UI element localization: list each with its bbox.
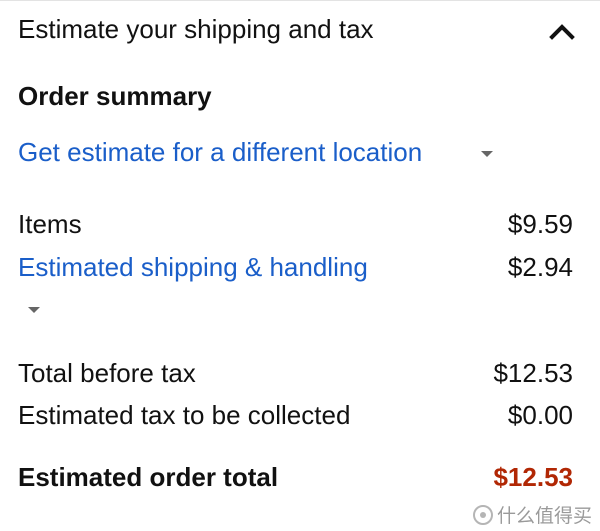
shipping-tax-panel: Estimate your shipping and tax Order sum… — [0, 0, 600, 531]
shipping-handling-link[interactable]: Estimated shipping & handling — [18, 252, 368, 283]
order-total-label: Estimated order total — [18, 462, 279, 492]
items-label: Items — [18, 209, 82, 239]
order-total-value: $12.53 — [493, 462, 573, 492]
estimated-tax-value: $0.00 — [507, 400, 573, 430]
shipping-value: $2.94 — [507, 252, 573, 282]
watermark-logo-icon — [472, 504, 493, 525]
order-summary-title: Order summary — [18, 81, 212, 111]
different-location-link[interactable]: Get estimate for a different location — [18, 137, 422, 168]
watermark: 什么值得买 — [472, 501, 592, 528]
watermark-text: 什么值得买 — [496, 506, 592, 527]
different-location-label: Get estimate for a different location — [18, 137, 423, 167]
shipping-tax-title: Estimate your shipping and tax — [18, 14, 374, 44]
items-value: $9.59 — [507, 209, 573, 239]
location-caret-down-icon[interactable] — [481, 151, 493, 157]
total-before-tax-value: $12.53 — [493, 358, 573, 388]
shipping-caret-down-icon[interactable] — [28, 307, 40, 313]
estimated-tax-label: Estimated tax to be collected — [18, 400, 351, 430]
shipping-tax-header[interactable]: Estimate your shipping and tax — [0, 1, 600, 63]
total-before-tax-label: Total before tax — [18, 358, 196, 388]
chevron-up-icon[interactable] — [548, 19, 576, 43]
